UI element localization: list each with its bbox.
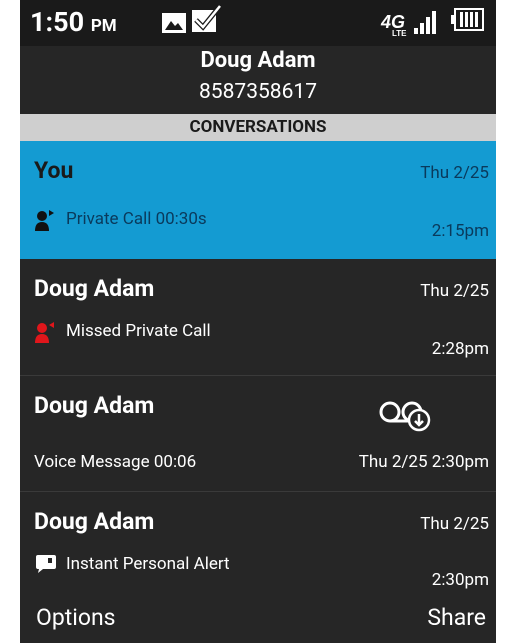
conversation-date: Thu 2/25 — [420, 514, 489, 534]
contact-number: 8587358617 — [198, 80, 318, 104]
conversation-item[interactable]: You Thu 2/25 Private Call 00:30s 2:15pm — [20, 141, 496, 259]
conversation-time: Thu 2/25 2:30pm — [358, 452, 489, 472]
conversation-title: Doug Adam — [34, 508, 155, 535]
conversation-date: Thu 2/25 — [420, 163, 489, 183]
message-check-icon — [192, 4, 222, 32]
options-softkey[interactable]: Options — [36, 604, 116, 631]
status-time: 1:50 PM — [30, 6, 117, 38]
outgoing-call-icon — [35, 210, 54, 231]
conversation-title: Doug Adam — [34, 392, 155, 419]
conversation-item[interactable]: Doug Adam Thu 2/25 Instant Personal Aler… — [20, 492, 496, 594]
conversation-description: Missed Private Call — [34, 319, 211, 343]
conversation-item[interactable]: Doug Adam Voice Message 00:06 Thu 2/25 2… — [20, 376, 496, 491]
contact-name: Doug Adam — [200, 48, 316, 73]
softkey-bar: Options Share — [20, 594, 496, 643]
alert-message-icon — [36, 555, 56, 573]
conversation-description: Instant Personal Alert — [34, 552, 230, 576]
contact-header: Doug Adam 8587358617 — [20, 46, 496, 114]
share-softkey[interactable]: Share — [427, 604, 486, 631]
voicemail-download-icon — [379, 401, 431, 432]
conversation-title: You — [34, 157, 74, 184]
conversation-date: Thu 2/25 — [420, 281, 489, 301]
4g-lte-icon: 4G LTE — [380, 12, 407, 38]
conversation-title: Doug Adam — [34, 275, 155, 302]
signal-strength-icon — [414, 11, 436, 34]
phone-screen: 1:50 PM 4G LTE Doug Adam 8587358617 CONV… — [20, 0, 496, 643]
conversation-time: 2:15pm — [431, 221, 489, 241]
section-title: CONVERSATIONS — [20, 114, 496, 141]
conversation-description: Voice Message 00:06 — [34, 452, 197, 472]
status-bar: 1:50 PM 4G LTE — [20, 0, 496, 46]
conversation-time: 2:30pm — [431, 570, 489, 590]
battery-icon — [451, 8, 484, 31]
conversation-item[interactable]: Doug Adam Thu 2/25 Missed Private Call 2… — [20, 259, 496, 375]
conversation-time: 2:28pm — [431, 339, 489, 359]
missed-call-icon — [35, 322, 54, 343]
conversation-description: Private Call 00:30s — [34, 207, 207, 231]
svg-text:LTE: LTE — [392, 29, 407, 38]
image-notification-icon — [162, 13, 186, 33]
